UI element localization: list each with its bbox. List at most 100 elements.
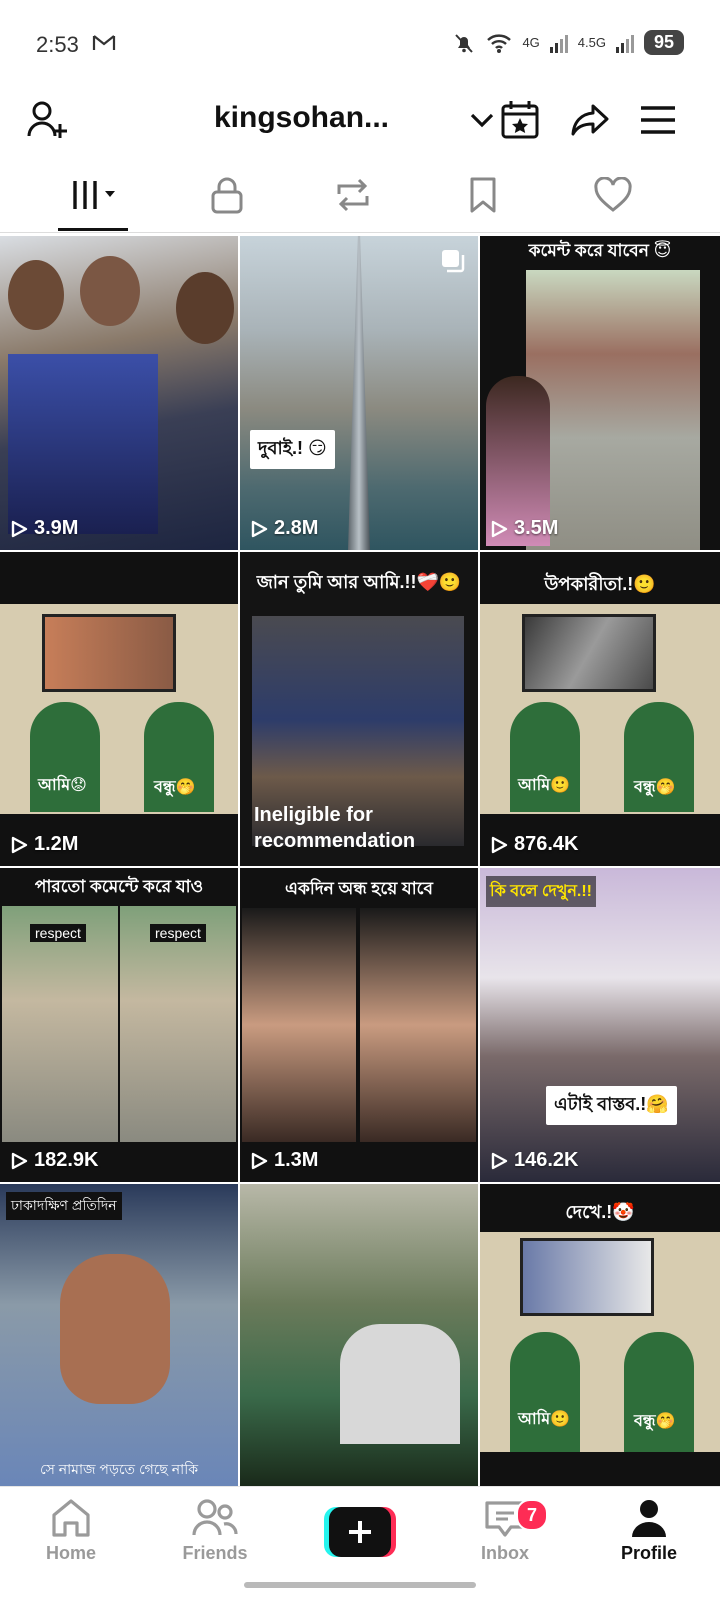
video-frame-image xyxy=(242,908,356,1142)
nav-home-label: Home xyxy=(45,1543,96,1563)
video-thumbnail[interactable]: 3.9M xyxy=(0,236,238,550)
nav-friends-label: Friends xyxy=(182,1543,248,1563)
cartoon-label: বন্ধু🤭 xyxy=(634,1413,676,1430)
hamburger-menu-icon xyxy=(641,106,675,134)
cartoon-label: বন্ধু🤭 xyxy=(154,779,196,796)
view-count: 876.4K xyxy=(490,833,579,856)
video-caption: জান তুমি আর আমি.!!❤️‍🩹🙂 xyxy=(256,572,462,592)
chevron-down-icon xyxy=(470,113,494,128)
view-count-label: 876.4K xyxy=(514,833,579,855)
share-arrow-icon xyxy=(571,104,609,136)
nav-profile-label: Profile xyxy=(620,1543,677,1563)
video-thumbnail[interactable]: জান তুমি আর আমি.!!❤️‍🩹🙂 Ineligible for r… xyxy=(240,552,478,866)
friends-icon xyxy=(192,1499,238,1536)
cartoon-person-image xyxy=(510,1332,580,1452)
view-count-label: 182.9K xyxy=(34,1149,99,1171)
video-caption: কি বলে দেখুন.!! xyxy=(486,876,596,907)
view-count: 146.2K xyxy=(490,1149,579,1172)
video-thumbnail[interactable]: কি বলে দেখুন.!! এটাই বাস্তব.!🤗 146.2K xyxy=(480,868,720,1182)
view-count-label: 3.9M xyxy=(34,517,79,539)
view-count-label: 2.8M xyxy=(274,517,319,539)
play-icon xyxy=(11,836,28,853)
tv-screen-image xyxy=(520,1238,654,1316)
cartoon-label: আমি🙂 xyxy=(518,1411,571,1428)
plus-icon xyxy=(324,1507,396,1557)
view-count: 1.3M xyxy=(250,1149,318,1172)
home-gesture-bar[interactable] xyxy=(244,1582,476,1588)
create-button[interactable] xyxy=(324,1507,396,1557)
video-frame-image xyxy=(526,270,700,550)
add-user-icon xyxy=(27,101,67,138)
signal-icon xyxy=(615,34,634,53)
video-thumbnail[interactable]: আমি😟 বন্ধু🤭 1.2M xyxy=(0,552,238,866)
profile-header: king‍sohan... xyxy=(0,80,720,160)
add-friend-button[interactable] xyxy=(24,96,72,144)
caption-sticker: এটাই বাস্তব.!🤗 xyxy=(546,1086,677,1125)
play-icon xyxy=(251,1152,268,1169)
video-thumbnail[interactable]: পারতো কমেন্টে করে যাও respect respect 18… xyxy=(0,868,238,1182)
tower-image xyxy=(348,236,370,550)
video-caption: ঢাকাদক্ষিণ প্রতিদিন xyxy=(6,1192,122,1220)
play-icon xyxy=(11,1152,28,1169)
tab-videos[interactable] xyxy=(50,170,140,220)
battery-indicator: 95 xyxy=(643,30,684,55)
multi-photo-icon xyxy=(442,250,465,273)
video-caption: সে নামাজ পড়তে গেছে নাকি xyxy=(39,1461,199,1477)
person-image xyxy=(340,1324,460,1444)
person-image xyxy=(60,1254,170,1404)
play-icon xyxy=(491,520,508,537)
tab-reposts[interactable] xyxy=(308,170,398,220)
video-thumbnail[interactable]: কমেন্ট করে যাবেন 😇 3.5M xyxy=(480,236,720,550)
bookmark-icon xyxy=(470,177,496,213)
video-thumbnail[interactable]: একদিন অন্ধ হয়ে যাবে 1.3M xyxy=(240,868,478,1182)
play-icon xyxy=(11,520,28,537)
view-count-label: 1.3M xyxy=(274,1149,319,1171)
repost-icon xyxy=(337,178,369,212)
cartoon-label: আমি😟 xyxy=(38,777,87,794)
heart-icon xyxy=(594,177,632,212)
nav-friends[interactable]: Friends xyxy=(160,1497,270,1577)
home-icon xyxy=(52,1499,90,1537)
view-count-label: 1.2M xyxy=(34,833,79,855)
tv-screen-image xyxy=(522,614,656,692)
video-caption: পারতো কমেন্টে করে যাও xyxy=(34,877,204,896)
username-dropdown[interactable]: king‍sohan... xyxy=(214,96,389,140)
video-thumbnail[interactable]: দেখে.!🤡 আমি🙂 বন্ধু🤭 xyxy=(480,1184,720,1486)
signal-icon xyxy=(549,34,568,53)
share-button[interactable] xyxy=(566,96,614,144)
nav-inbox-label: Inbox xyxy=(481,1543,529,1563)
nav-home[interactable]: Home xyxy=(16,1497,126,1577)
tab-liked[interactable] xyxy=(568,170,658,220)
view-count: 3.5M xyxy=(490,517,558,540)
video-thumbnail[interactable]: ঢাকাদক্ষিণ প্রতিদিন সে নামাজ পড়তে গেছে … xyxy=(0,1184,238,1486)
status-bar: 2:53 4G 4.5G 95 xyxy=(0,0,720,80)
cartoon-label: বন্ধু🤭 xyxy=(634,779,676,796)
profile-icon xyxy=(632,1500,666,1537)
video-frame-image xyxy=(360,908,476,1142)
video-caption: একদিন অন্ধ হয়ে যাবে xyxy=(285,879,433,898)
calendar-star-icon xyxy=(501,101,539,139)
video-grid: 3.9M দুবাই.! 😏 2.8M কমেন্ট করে যাবেন 😇 3… xyxy=(0,236,720,1486)
status-time: 2:53 xyxy=(36,32,79,57)
person-image xyxy=(80,256,140,326)
video-thumbnail[interactable]: দুবাই.! 😏 2.8M xyxy=(240,236,478,550)
video-caption: উপকারীতা.!🙂 xyxy=(544,574,656,594)
content-tabs xyxy=(0,160,720,233)
video-caption: কমেন্ট করে যাবেন 😇 xyxy=(528,241,672,260)
nav-profile[interactable]: Profile xyxy=(594,1497,704,1577)
view-count-label: 146.2K xyxy=(514,1149,579,1171)
tab-private[interactable] xyxy=(182,170,272,220)
grid-videos-icon xyxy=(73,181,115,209)
network-1-label: 4G xyxy=(522,35,540,50)
video-thumbnail[interactable]: উপকারীতা.!🙂 আমি🙂 বন্ধু🤭 876.4K xyxy=(480,552,720,866)
tab-favorites[interactable] xyxy=(438,170,528,220)
play-icon xyxy=(251,520,268,537)
menu-button[interactable] xyxy=(634,96,682,144)
respect-badge: respect xyxy=(30,924,86,942)
gmail-icon xyxy=(92,35,116,50)
respect-badge: respect xyxy=(150,924,206,942)
view-count: 182.9K xyxy=(10,1149,99,1172)
video-thumbnail[interactable] xyxy=(240,1184,478,1486)
inbox-notification-badge: 7 xyxy=(516,1499,548,1531)
calendar-button[interactable] xyxy=(496,96,544,144)
